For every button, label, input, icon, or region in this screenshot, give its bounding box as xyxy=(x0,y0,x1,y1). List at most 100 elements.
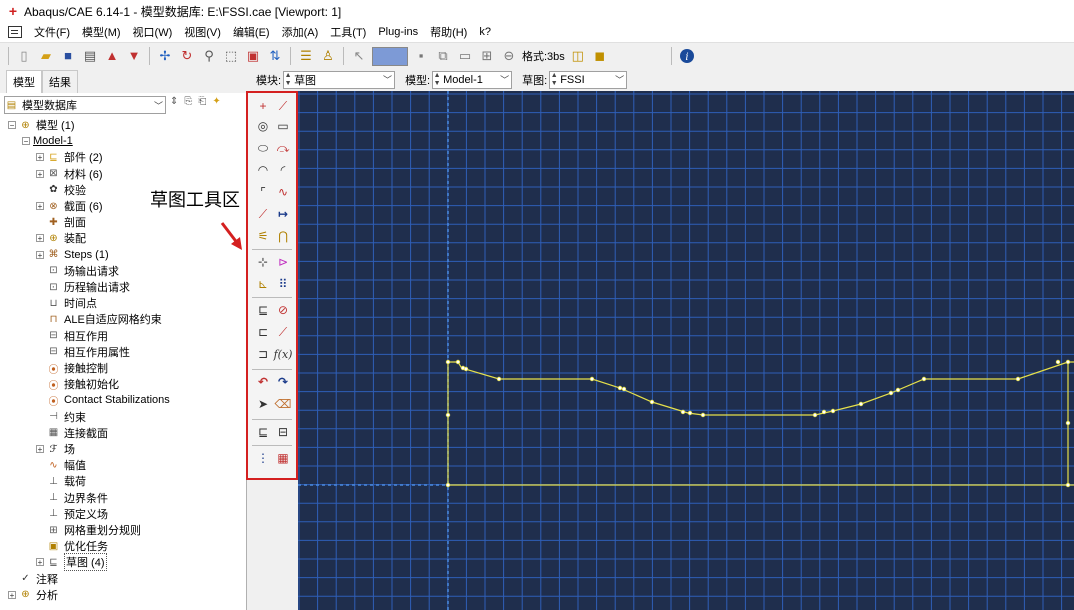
expand-icon[interactable]: + xyxy=(36,558,44,567)
expand-icon[interactable]: + xyxy=(36,445,44,454)
filter-icon[interactable]: ⎘ xyxy=(184,96,192,107)
connected-lines-icon[interactable]: ⟋ xyxy=(274,97,292,115)
part-outline-icon[interactable]: ◫ xyxy=(569,47,587,65)
sketch-grid-icon[interactable]: ⊞ xyxy=(478,47,496,65)
grid-icon[interactable]: ▦ xyxy=(274,449,292,467)
menu-view[interactable]: 视图(V) xyxy=(178,24,227,40)
arc-tangent-icon[interactable]: ⤼ xyxy=(274,139,292,157)
selection-options-icon[interactable]: ▪ xyxy=(412,47,430,65)
tree-node[interactable]: ✚ 剖面 xyxy=(36,214,86,230)
parameter-icon[interactable]: ⊾ xyxy=(254,275,272,293)
expand-icon[interactable]: + xyxy=(36,234,44,243)
zoom-icon[interactable]: ⚲ xyxy=(200,47,218,65)
collapse-icon[interactable]: − xyxy=(22,137,30,146)
tree-node[interactable]: ∿ 幅值 xyxy=(36,457,86,473)
pan-icon[interactable]: ✢ xyxy=(156,47,174,65)
arc-three-point-icon[interactable]: ◜ xyxy=(274,161,292,179)
tree-node[interactable]: + ⊑ 草图 (4) xyxy=(36,553,107,572)
expand-icon[interactable]: + xyxy=(36,250,44,259)
display-group-icon[interactable]: ♙ xyxy=(319,47,337,65)
menu-viewport[interactable]: 视口(W) xyxy=(127,24,179,40)
tree-node[interactable]: ⦿ Contact Stabilizations xyxy=(36,392,170,408)
fillet-icon[interactable]: ⌜ xyxy=(254,183,272,201)
sketch-viewport[interactable] xyxy=(298,91,1074,610)
tree-node[interactable]: + ⊕ 分析 xyxy=(8,587,58,603)
part-solid-icon[interactable]: ◼ xyxy=(591,47,609,65)
info-icon[interactable]: i xyxy=(678,47,696,65)
tree-node[interactable]: ⦿ 接触初始化 xyxy=(36,376,120,392)
tree-node[interactable]: + ⊑ 部件 (2) xyxy=(36,149,103,165)
tree-node[interactable]: ⊡ 历程输出请求 xyxy=(36,279,130,295)
tree-node[interactable]: ⊟ 相互作用属性 xyxy=(36,344,130,360)
model-database-select[interactable]: ▤ 模型数据库 ﹀ xyxy=(4,96,166,114)
tree-node[interactable]: + ⊗ 截面 (6) xyxy=(36,198,103,214)
select-icon[interactable]: ➤ xyxy=(254,395,272,413)
import-icon[interactable]: ▲ xyxy=(103,47,121,65)
cycle-views-icon[interactable]: ⇅ xyxy=(266,47,284,65)
tree-node[interactable]: ⊣ 约束 xyxy=(36,409,86,425)
tab-model[interactable]: 模型 xyxy=(6,70,42,93)
spline-icon[interactable]: ∿ xyxy=(274,183,292,201)
menu-help[interactable]: 帮助(H) xyxy=(424,24,473,40)
grid-settings-icon[interactable]: ⋮ xyxy=(254,449,272,467)
tree-node[interactable]: ⊟ 相互作用 xyxy=(36,328,108,344)
selection-dropdown[interactable] xyxy=(372,46,408,66)
tree-node[interactable]: ⊞ 网格重划分规则 xyxy=(36,522,141,538)
rotate-icon[interactable]: ↻ xyxy=(178,47,196,65)
collapse-icon[interactable]: − xyxy=(8,121,16,130)
eraser-icon[interactable]: ⌫ xyxy=(274,395,292,413)
ellipse-icon[interactable]: ⬭ xyxy=(254,139,272,157)
function-icon[interactable]: f(x) xyxy=(274,345,293,363)
tree-node[interactable]: ⊓ ALE自适应网格约束 xyxy=(36,311,162,327)
tree-node[interactable]: ▣ 优化任务 xyxy=(36,538,108,554)
menu-edit[interactable]: 编辑(E) xyxy=(227,24,276,40)
system-menu-icon[interactable] xyxy=(8,26,22,38)
sketch-select[interactable]: ▲ ▼ FSSI ﹀ xyxy=(549,71,628,89)
save-sketch-icon[interactable]: ⊟ xyxy=(274,423,292,441)
isolated-point-icon[interactable]: + xyxy=(254,97,272,115)
module-select[interactable]: ▲ ▼ 草图 ﹀ xyxy=(283,71,396,89)
model-select[interactable]: ▲ ▼ Model-1 ﹀ xyxy=(432,71,513,89)
expand-icon[interactable]: + xyxy=(36,153,44,162)
menu-add[interactable]: 添加(A) xyxy=(276,24,325,40)
menu-plugins[interactable]: Plug-ins xyxy=(372,26,424,38)
constraint-icon[interactable]: ⊹ xyxy=(254,253,272,271)
rotate-sketch-icon[interactable]: ⟋ xyxy=(274,323,292,341)
tree-node[interactable]: ⊥ 边界条件 xyxy=(36,490,108,506)
tree-node[interactable]: − ⊕ 模型 (1) xyxy=(8,117,75,133)
save-icon[interactable]: ■ xyxy=(59,47,77,65)
box-select-icon[interactable]: ▭ xyxy=(456,47,474,65)
tree-node[interactable]: + ⊠ 材料 (6) xyxy=(36,166,103,182)
rectangle-icon[interactable]: ▭ xyxy=(274,117,292,135)
translate-icon[interactable]: ⊑ xyxy=(254,301,272,319)
expand-icon[interactable]: + xyxy=(36,169,44,178)
sketch-canvas[interactable] xyxy=(298,91,1074,610)
undo-icon[interactable]: ↶ xyxy=(254,373,272,391)
select-arrow-icon[interactable]: ↖ xyxy=(350,47,368,65)
tree-node[interactable]: ⊡ 场输出请求 xyxy=(36,263,119,279)
export-icon[interactable]: ▼ xyxy=(125,47,143,65)
offset-icon[interactable]: ⚟ xyxy=(254,227,272,245)
tree-node[interactable]: ✿ 校验 xyxy=(36,182,86,198)
query-icon[interactable]: ☰ xyxy=(297,47,315,65)
new-file-icon[interactable]: ▯ xyxy=(15,47,33,65)
dimension-icon[interactable]: ↦ xyxy=(274,205,292,223)
open-file-icon[interactable]: ▰ xyxy=(37,47,55,65)
tab-results[interactable]: 结果 xyxy=(42,70,78,93)
circle-icon[interactable]: ◎ xyxy=(254,117,272,135)
grid-points-icon[interactable]: ⠿ xyxy=(274,275,292,293)
highlight-icon[interactable]: ✦ xyxy=(212,96,220,107)
construction-line-icon[interactable]: ⟋ xyxy=(254,205,272,223)
menu-whats-this[interactable]: k? xyxy=(473,26,497,38)
expand-icon[interactable]: + xyxy=(36,202,44,211)
tree-node[interactable]: − Model-1 xyxy=(22,133,73,149)
tree-node[interactable]: ▦ 连接截面 xyxy=(36,425,108,441)
tree-node[interactable]: ⦿ 接触控制 xyxy=(36,360,109,376)
copy-sketch-icon[interactable]: ⊏ xyxy=(254,323,272,341)
zoom-area-icon[interactable]: ⊖ xyxy=(500,47,518,65)
trim-extend-icon[interactable]: ⋂ xyxy=(274,227,292,245)
tree-node[interactable]: ⊥ 载荷 xyxy=(36,473,86,489)
menu-tools[interactable]: 工具(T) xyxy=(324,24,372,40)
expand-icon[interactable]: + xyxy=(8,590,16,599)
tree-node[interactable]: + ℱ 场 xyxy=(36,441,75,457)
